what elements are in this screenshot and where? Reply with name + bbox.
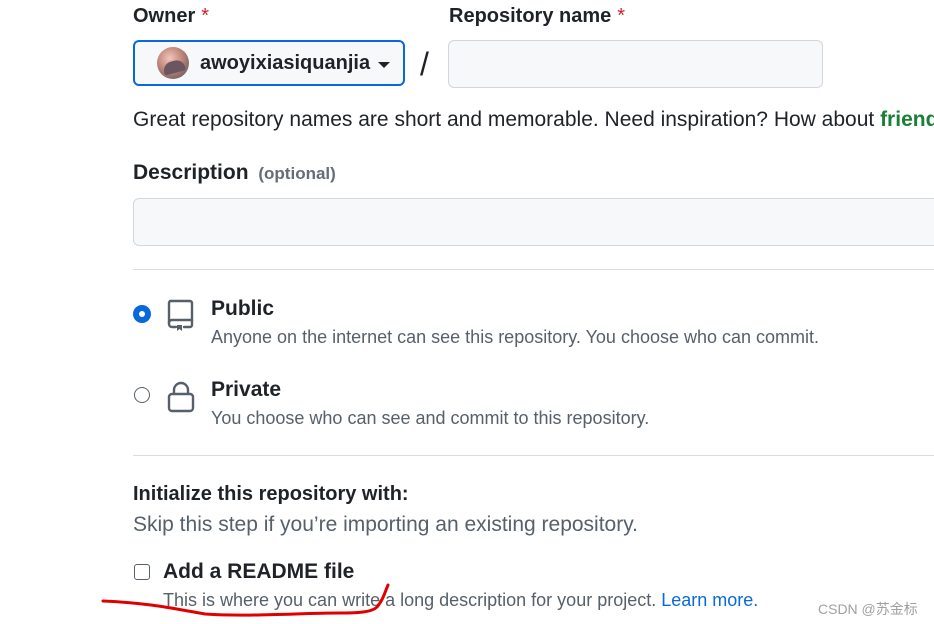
learn-more-link[interactable]: Learn more.	[661, 590, 758, 610]
readme-description-text: This is where you can write a long descr…	[163, 590, 657, 610]
hint-text: Great repository names are short and mem…	[133, 108, 881, 131]
name-suggestion-link[interactable]: friend	[880, 108, 934, 131]
repository-name-input[interactable]	[448, 40, 823, 88]
add-readme-checkbox[interactable]	[134, 564, 150, 580]
description-label: Description (optional)	[133, 161, 336, 185]
public-radio[interactable]	[134, 306, 150, 322]
owner-label-text: Owner	[133, 5, 196, 27]
lock-icon	[167, 381, 195, 413]
owner-repo-separator: /	[420, 46, 429, 82]
public-title: Public	[211, 297, 275, 320]
repository-name-label: Repository name *	[449, 5, 625, 28]
description-input[interactable]	[133, 198, 934, 246]
divider	[133, 269, 934, 270]
readme-description: This is where you can write a long descr…	[163, 590, 758, 611]
public-description: Anyone on the internet can see this repo…	[211, 327, 820, 347]
optional-tag: (optional)	[258, 164, 336, 183]
owner-name: awoyixiasiquanjia	[200, 51, 371, 74]
private-radio[interactable]	[134, 387, 150, 403]
repository-name-hint: Great repository names are short and mem…	[133, 108, 934, 132]
description-label-text: Description	[133, 161, 249, 184]
add-readme-label[interactable]: Add a README file	[163, 560, 354, 584]
initialize-subtitle: Skip this step if you’re importing an ex…	[133, 513, 639, 536]
divider	[133, 455, 934, 456]
owner-label: Owner *	[133, 5, 209, 28]
private-description: You choose who can see and commit to thi…	[211, 408, 650, 428]
avatar	[157, 47, 189, 79]
create-repository-form: Owner * awoyixiasiquanjia / Repository na…	[0, 0, 934, 624]
repository-name-label-text: Repository name	[449, 5, 612, 27]
private-title: Private	[211, 378, 282, 401]
watermark: CSDN @苏金标	[818, 601, 918, 617]
owner-select-button[interactable]: awoyixiasiquanjia	[133, 40, 405, 86]
caret-down-icon	[378, 61, 391, 68]
repository-required-mark: *	[617, 5, 626, 27]
owner-required-mark: *	[201, 5, 210, 27]
repo-icon	[167, 299, 194, 331]
initialize-title: Initialize this repository with:	[133, 483, 409, 505]
